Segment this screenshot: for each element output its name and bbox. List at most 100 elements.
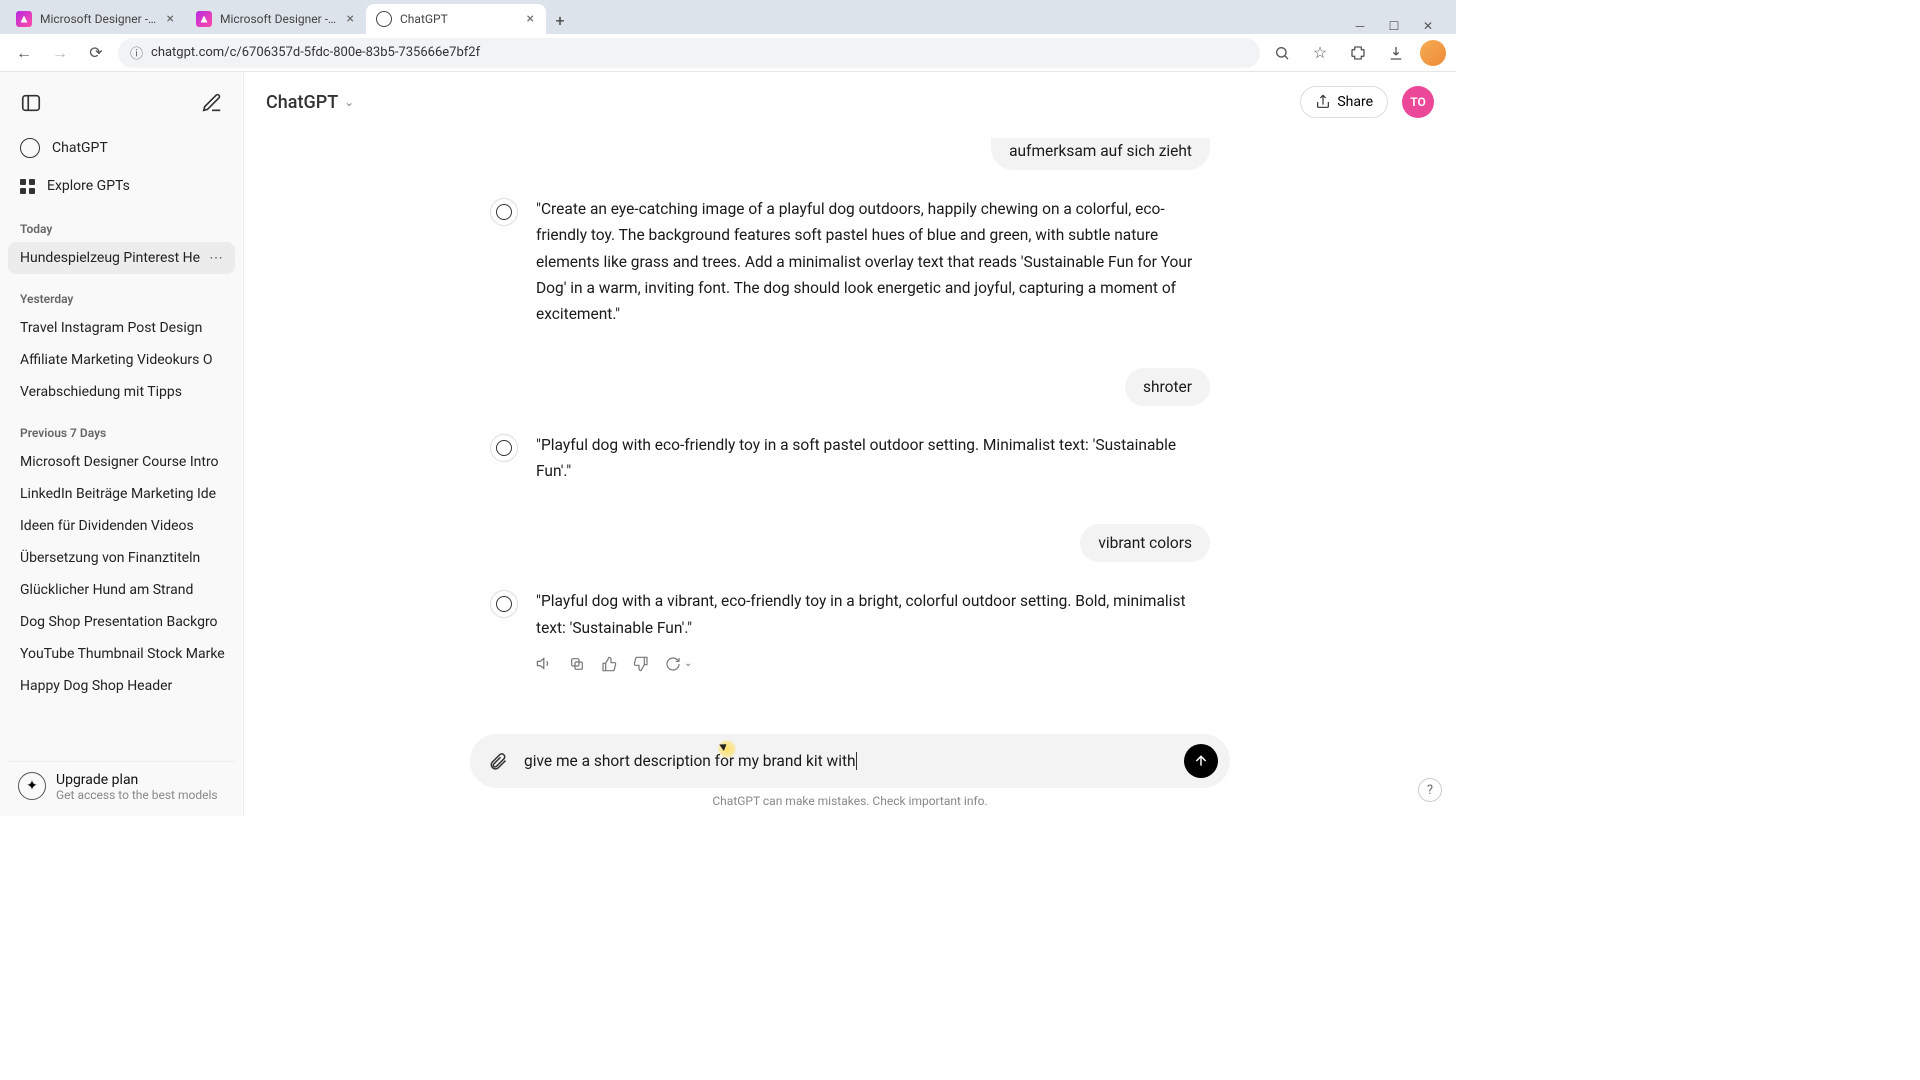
conversation-list: Today Hundespielzeug Pinterest He ⋯ Yest… — [8, 204, 235, 757]
collapse-sidebar-button[interactable] — [14, 86, 48, 120]
attach-button[interactable] — [484, 747, 512, 775]
section-label: Previous 7 Days — [8, 408, 235, 446]
share-label: Share — [1337, 94, 1373, 110]
favicon-designer — [196, 11, 212, 27]
assistant-text: "Create an eye-catching image of a playf… — [536, 196, 1210, 328]
conversation-title: LinkedIn Beiträge Marketing Ide — [20, 486, 216, 502]
browser-tab[interactable]: Microsoft Designer - Stunning × — [186, 4, 366, 34]
favicon-chatgpt — [376, 11, 392, 27]
openai-icon — [496, 204, 512, 220]
assistant-text: "Playful dog with eco-friendly toy in a … — [536, 432, 1210, 485]
user-message: vibrant colors — [490, 524, 1210, 562]
window-close[interactable]: ✕ — [1420, 18, 1436, 34]
send-button[interactable] — [1184, 744, 1218, 778]
assistant-message: "Create an eye-catching image of a playf… — [490, 196, 1210, 328]
conversation-title: Ideen für Dividenden Videos — [20, 518, 194, 534]
bookmark-icon[interactable]: ☆ — [1306, 39, 1334, 67]
main: ChatGPT ⌄ Share TO aufmerksam auf sich z… — [244, 72, 1456, 816]
openai-icon — [496, 440, 512, 456]
window-maximize[interactable]: ☐ — [1386, 18, 1402, 34]
message-actions: ⌄ — [536, 655, 1210, 672]
read-aloud-button[interactable] — [536, 655, 553, 672]
composer-input[interactable]: give me a short description for my brand… — [524, 752, 1172, 771]
new-tab-button[interactable]: + — [546, 6, 574, 34]
assistant-text: "Playful dog with a vibrant, eco-friendl… — [536, 588, 1210, 641]
nav-reload[interactable]: ⟳ — [82, 39, 110, 67]
conversation-title: YouTube Thumbnail Stock Marke — [20, 646, 225, 662]
more-icon[interactable]: ⋯ — [209, 250, 223, 266]
favicon-designer — [16, 11, 32, 27]
window-minimize[interactable]: ─ — [1352, 18, 1368, 34]
window-controls: ─ ☐ ✕ — [1352, 18, 1450, 34]
conversation-item[interactable]: YouTube Thumbnail Stock Marke — [8, 638, 235, 670]
tab-close-icon[interactable]: × — [345, 11, 356, 27]
extensions-icon[interactable] — [1344, 39, 1372, 67]
conversation-title: Hundespielzeug Pinterest He — [20, 250, 200, 266]
share-button[interactable]: Share — [1300, 86, 1388, 118]
copy-button[interactable] — [569, 655, 585, 672]
user-text: aufmerksam auf sich zieht — [1009, 142, 1192, 160]
conversation-item[interactable]: Microsoft Designer Course Intro — [8, 446, 235, 478]
browser-chrome: Microsoft Designer - Stunning × Microsof… — [0, 0, 1456, 72]
assistant-message: "Playful dog with eco-friendly toy in a … — [490, 432, 1210, 485]
model-switcher[interactable]: ChatGPT ⌄ — [266, 92, 354, 113]
sidebar: ChatGPT Explore GPTs Today Hundespielzeu… — [0, 72, 244, 816]
user-bubble: shroter — [1125, 368, 1210, 406]
conversation-item[interactable]: Glücklicher Hund am Strand — [8, 574, 235, 606]
browser-tab[interactable]: Microsoft Designer - Stunning × — [6, 4, 186, 34]
grid-icon — [20, 179, 35, 194]
openai-icon — [20, 138, 40, 158]
conversation-title: Verabschiedung mit Tipps — [20, 384, 182, 400]
user-avatar[interactable]: TO — [1402, 86, 1434, 118]
user-bubble: vibrant colors — [1080, 524, 1210, 562]
tab-close-icon[interactable]: × — [525, 11, 536, 27]
upgrade-title: Upgrade plan — [56, 772, 218, 788]
sparkle-icon: ✦ — [18, 772, 46, 800]
chat-scroll[interactable]: aufmerksam auf sich zieht "Create an eye… — [244, 132, 1456, 726]
sidebar-item-label: ChatGPT — [52, 140, 108, 156]
thumbs-up-button[interactable] — [601, 655, 617, 672]
address-bar-row: ← → ⟳ ⓘ chatgpt.com/c/6706357d-5fdc-800e… — [0, 34, 1456, 72]
assistant-message: "Playful dog with a vibrant, eco-friendl… — [490, 588, 1210, 672]
conversation-item[interactable]: Ideen für Dividenden Videos — [8, 510, 235, 542]
site-info-icon[interactable]: ⓘ — [130, 43, 143, 62]
share-icon — [1315, 94, 1331, 110]
chevron-down-icon: ⌄ — [684, 658, 692, 669]
conversation-item[interactable]: Dog Shop Presentation Backgro — [8, 606, 235, 638]
conversation-item[interactable]: Verabschiedung mit Tipps — [8, 376, 235, 408]
conversation-item[interactable]: LinkedIn Beiträge Marketing Ide — [8, 478, 235, 510]
upgrade-plan-button[interactable]: ✦ Upgrade plan Get access to the best mo… — [8, 761, 235, 808]
downloads-icon[interactable] — [1382, 39, 1410, 67]
model-name: ChatGPT — [266, 92, 338, 113]
conversation-item-active[interactable]: Hundespielzeug Pinterest He ⋯ — [8, 242, 235, 274]
address-bar[interactable]: ⓘ chatgpt.com/c/6706357d-5fdc-800e-83b5-… — [118, 38, 1260, 68]
section-label: Yesterday — [8, 274, 235, 312]
text-caret — [856, 752, 857, 770]
conversation-item[interactable]: Travel Instagram Post Design — [8, 312, 235, 344]
url-text: chatgpt.com/c/6706357d-5fdc-800e-83b5-73… — [151, 45, 480, 60]
browser-tab-active[interactable]: ChatGPT × — [366, 4, 546, 34]
main-header: ChatGPT ⌄ Share TO — [244, 72, 1456, 132]
composer: give me a short description for my brand… — [470, 734, 1230, 788]
sidebar-item-chatgpt[interactable]: ChatGPT — [8, 128, 235, 168]
conversation-title: Übersetzung von Finanztiteln — [20, 550, 200, 566]
assistant-avatar — [490, 198, 518, 226]
zoom-icon[interactable] — [1268, 39, 1296, 67]
conversation-item[interactable]: Affiliate Marketing Videokurs O — [8, 344, 235, 376]
chevron-down-icon: ⌄ — [344, 95, 354, 109]
conversation-item[interactable]: Übersetzung von Finanztiteln — [8, 542, 235, 574]
help-button[interactable]: ? — [1418, 778, 1442, 802]
nav-back[interactable]: ← — [10, 39, 38, 67]
tab-title: Microsoft Designer - Stunning — [220, 12, 337, 26]
nav-forward[interactable]: → — [46, 39, 74, 67]
conversation-title: Happy Dog Shop Header — [20, 678, 172, 694]
browser-profile-avatar[interactable] — [1420, 40, 1446, 66]
sidebar-item-explore[interactable]: Explore GPTs — [8, 168, 235, 204]
thumbs-down-button[interactable] — [633, 655, 649, 672]
new-chat-button[interactable] — [195, 86, 229, 120]
regenerate-button[interactable]: ⌄ — [665, 655, 692, 672]
tab-close-icon[interactable]: × — [165, 11, 176, 27]
composer-area: give me a short description for my brand… — [244, 726, 1456, 816]
conversation-item[interactable]: Happy Dog Shop Header — [8, 670, 235, 702]
upgrade-subtitle: Get access to the best models — [56, 788, 218, 802]
